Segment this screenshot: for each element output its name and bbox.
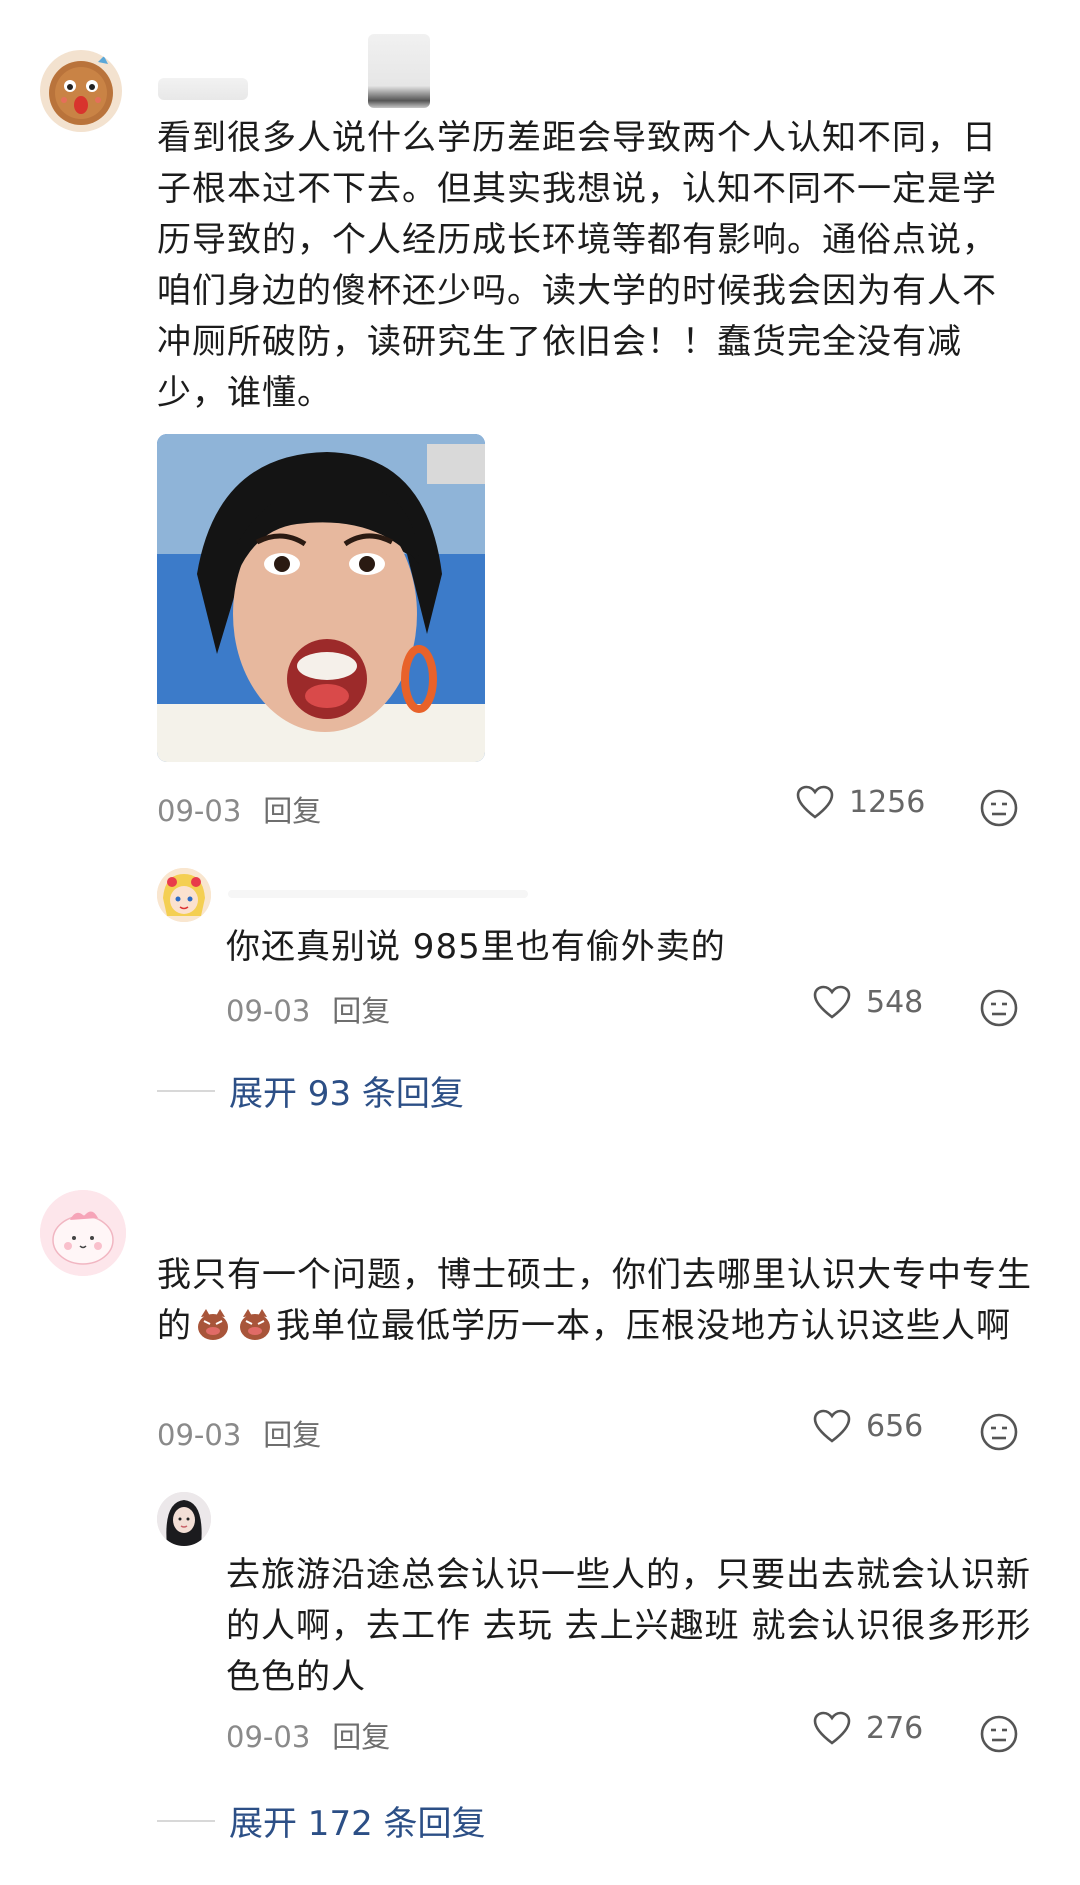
heart-outline-icon (813, 985, 851, 1019)
like-button[interactable]: 548 (812, 984, 923, 1020)
reply-text: 去旅游沿途总会认识一些人的，只要出去就会认识新的人啊，去工作 去玩 去上兴趣班 … (226, 1555, 1032, 1697)
angry-pig-emoji (198, 1309, 228, 1340)
reply-avatar[interactable] (157, 1492, 211, 1546)
expand-replies-label[interactable]: 展开 172 条回复 (229, 1796, 486, 1845)
username-redacted[interactable] (158, 78, 248, 100)
heart-outline-icon (813, 1409, 851, 1443)
like-count: 548 (866, 984, 924, 1020)
like-count: 656 (866, 1408, 924, 1444)
comment-date: 09-03 (157, 1418, 242, 1452)
reply-button[interactable]: 回复 (332, 994, 390, 1028)
comment-meta: 09-03 回复 (157, 1412, 321, 1454)
reply-button[interactable]: 回复 (332, 1720, 390, 1754)
girl-photo-avatar-icon (157, 1492, 211, 1546)
expand-replies-label[interactable]: 展开 93 条回复 (229, 1066, 464, 1115)
reply-button[interactable]: 回复 (263, 1418, 321, 1452)
divider (157, 1089, 215, 1092)
avatar[interactable] (40, 1190, 126, 1276)
reply-avatar[interactable] (157, 868, 211, 922)
angry-pig-emoji (240, 1309, 270, 1340)
heart-outline-icon (813, 1711, 851, 1745)
heart-outline-icon (796, 785, 834, 819)
anime-girl-avatar-icon (157, 868, 211, 922)
comment-date: 09-03 (157, 794, 242, 828)
emoji-face-icon[interactable] (978, 1411, 1020, 1453)
avatar[interactable] (40, 50, 122, 132)
comment-meta: 09-03 回复 (157, 788, 321, 830)
like-button[interactable]: 656 (812, 1408, 923, 1444)
comment-text: 看到很多人说什么学历差距会导致两个人认知不同，日子根本过不下去。但其实我想说，认… (157, 118, 997, 413)
like-count: 276 (866, 1710, 924, 1746)
reply-date: 09-03 (226, 1720, 311, 1754)
reply-meta: 09-03 回复 (226, 988, 390, 1030)
reply-text: 你还真别说 985里也有偷外卖的 (226, 927, 726, 967)
reply-button[interactable]: 回复 (263, 794, 321, 828)
like-button[interactable]: 276 (812, 1710, 923, 1746)
comment-text: 我只有一个问题，博士硕士，你们去哪里认识大专中专生的 我单位最低学历一本，压根没地… (157, 1250, 1037, 1352)
expand-replies[interactable]: 展开 93 条回复 (157, 1066, 464, 1115)
reply-meta: 09-03 回复 (226, 1714, 390, 1756)
emoji-face-icon[interactable] (978, 787, 1020, 829)
emoji-face-icon[interactable] (978, 1713, 1020, 1755)
username-redacted[interactable] (228, 890, 528, 898)
screaming-woman-image (157, 434, 485, 762)
like-button[interactable]: 1256 (795, 784, 925, 820)
reply-date: 09-03 (226, 994, 311, 1028)
emoji-face-icon[interactable] (978, 987, 1020, 1029)
pink-blob-avatar-icon (40, 1190, 126, 1276)
divider (157, 1819, 215, 1822)
comment-image[interactable] (157, 434, 485, 762)
comment-text-part: 我单位最低学历一本，压根没地方认识这些人啊 (276, 1306, 1011, 1346)
cookie-avatar-icon (49, 56, 113, 125)
like-count: 1256 (849, 784, 926, 820)
username-redacted[interactable] (368, 34, 430, 108)
expand-replies[interactable]: 展开 172 条回复 (157, 1796, 486, 1845)
